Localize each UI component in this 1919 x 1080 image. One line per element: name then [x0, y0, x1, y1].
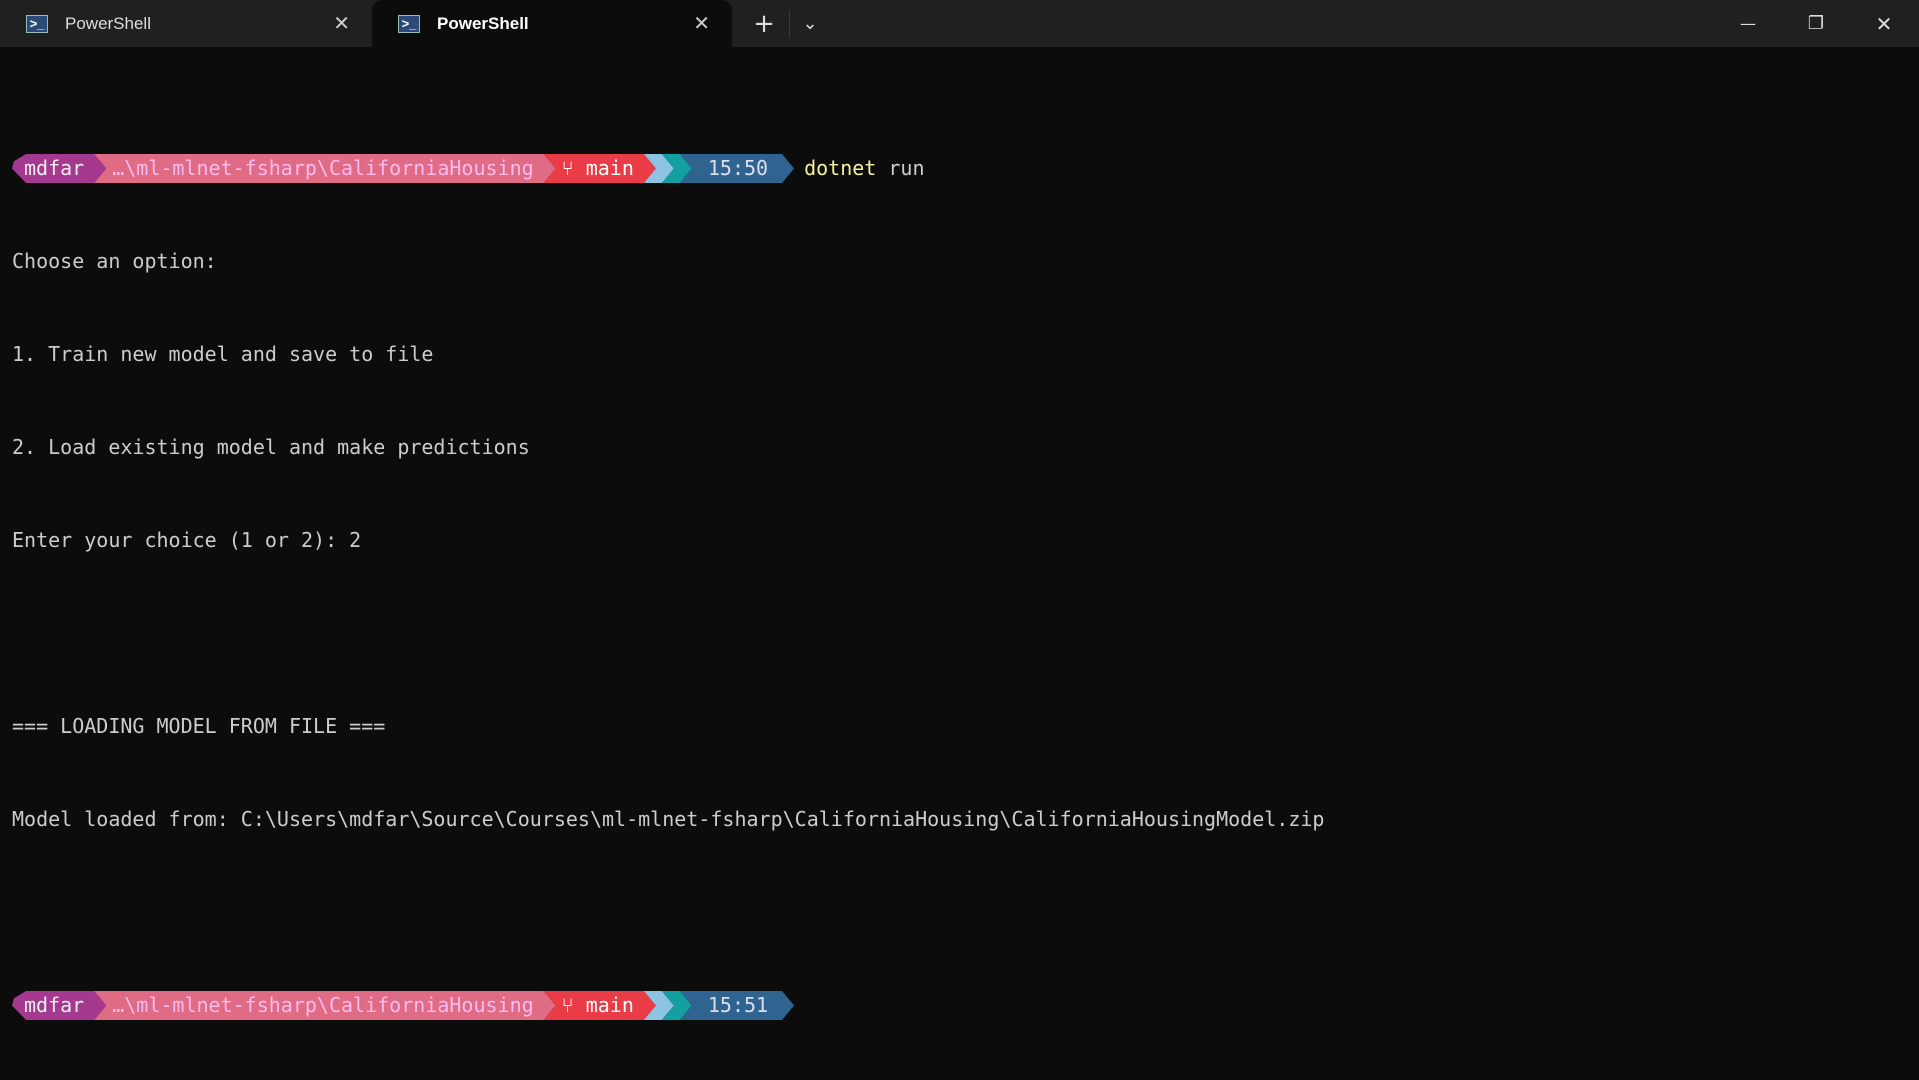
prompt-time: 15:50	[680, 154, 794, 183]
prompt-user: mdfar	[12, 154, 106, 183]
output-line: 1. Train new model and save to file	[12, 342, 434, 366]
minimize-button[interactable]: —	[1720, 0, 1776, 47]
git-branch: main	[585, 156, 634, 180]
command-args: run	[876, 156, 925, 180]
close-tab-icon[interactable]: ✕	[693, 11, 710, 36]
prompt-line: mdfar …\ml-mlnet-fsharp\CaliforniaHousin…	[12, 990, 1324, 1021]
output-line: Choose an option:	[12, 249, 217, 273]
output-line: Enter your choice (1 or 2): 2	[12, 528, 362, 552]
tab-powershell-2[interactable]: >_ PowerShell ✕	[372, 0, 732, 47]
new-tab-button[interactable]: +	[744, 0, 784, 47]
tab-bar: >_ PowerShell ✕ >_ PowerShell ✕ + ⌄ — ❐ …	[0, 0, 1919, 47]
command: dotnet	[804, 156, 877, 180]
prompt-path: …\ml-mlnet-fsharp\CaliforniaHousing	[94, 991, 555, 1020]
prompt-time: 15:51	[680, 991, 794, 1020]
prompt-line: mdfar …\ml-mlnet-fsharp\CaliforniaHousin…	[12, 153, 1324, 184]
prompt-git: ⑂ main	[544, 154, 656, 183]
tab-title: PowerShell	[65, 13, 151, 33]
terminal-output[interactable]: mdfar …\ml-mlnet-fsharp\CaliforniaHousin…	[12, 91, 1324, 1052]
git-branch-icon: ⑂	[561, 156, 586, 180]
git-branch-icon: ⑂	[561, 993, 586, 1017]
dropdown-button[interactable]: ⌄	[790, 0, 830, 47]
output-line: Model loaded from: C:\Users\mdfar\Source…	[12, 807, 1325, 831]
output-line: 2. Load existing model and make predicti…	[12, 435, 530, 459]
tab-powershell-1[interactable]: >_ PowerShell ✕	[0, 0, 372, 47]
powershell-icon: >_	[398, 14, 420, 33]
git-branch: main	[585, 993, 634, 1017]
close-tab-icon[interactable]: ✕	[333, 11, 350, 36]
restore-button[interactable]: ❐	[1788, 0, 1844, 47]
powershell-icon: >_	[26, 14, 48, 33]
prompt-user: mdfar	[12, 991, 106, 1020]
output-line: === LOADING MODEL FROM FILE ===	[12, 714, 386, 738]
prompt-git: ⑂ main	[544, 991, 656, 1020]
prompt-path: …\ml-mlnet-fsharp\CaliforniaHousing	[94, 154, 555, 183]
close-window-button[interactable]: ✕	[1856, 0, 1912, 47]
tab-title: PowerShell	[437, 13, 529, 33]
